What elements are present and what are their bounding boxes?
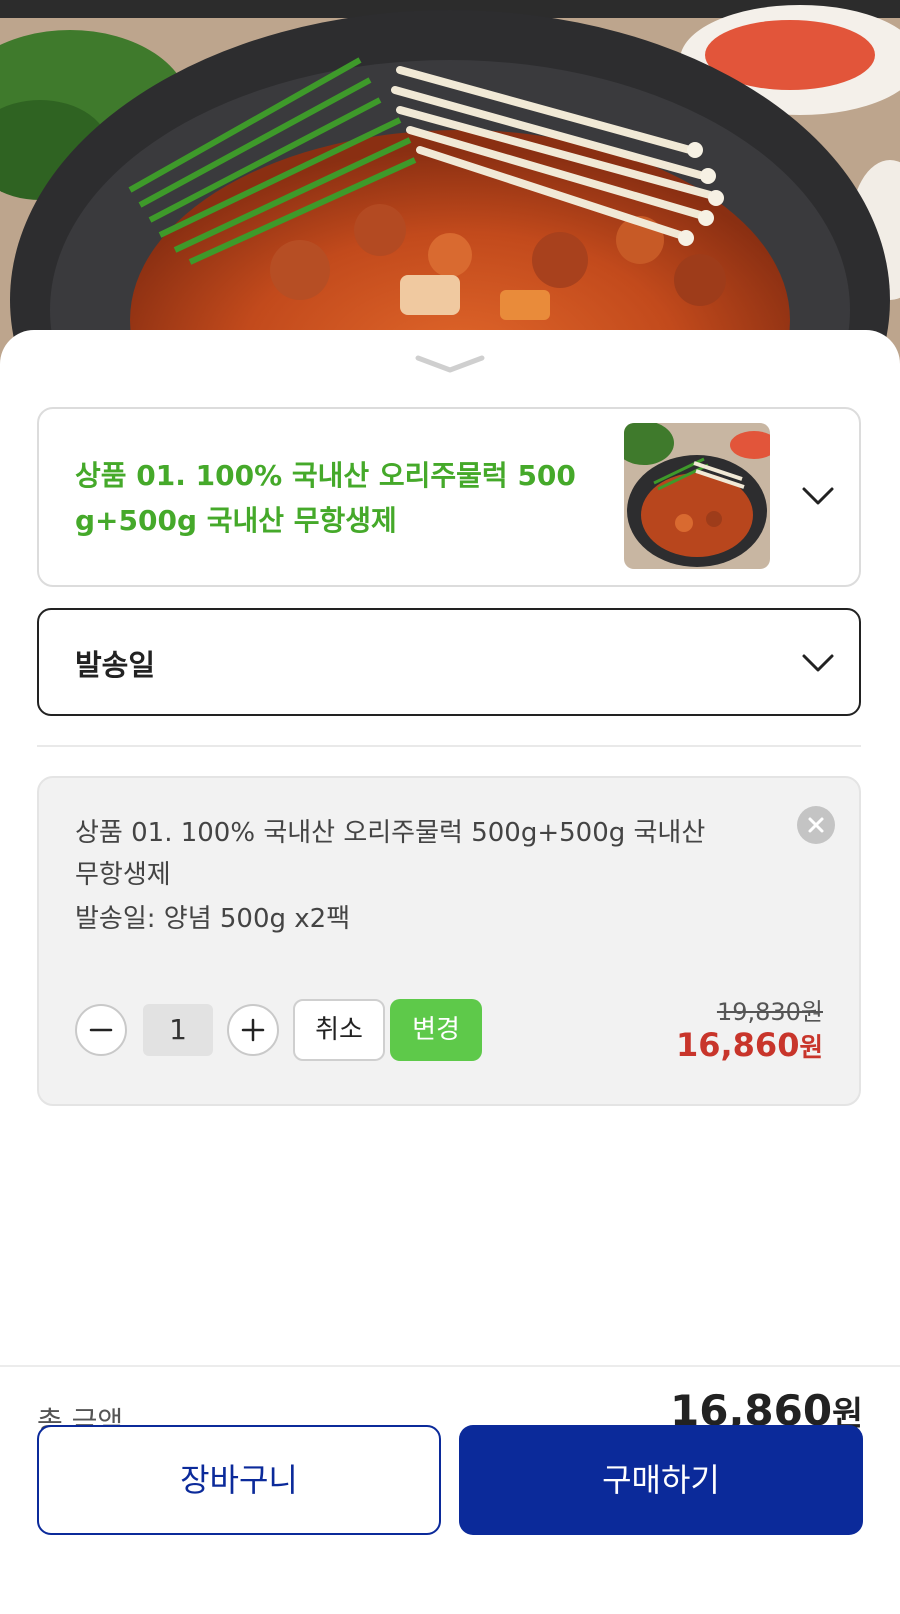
ship-date-dropdown[interactable]: 발송일: [37, 608, 861, 716]
product-hero-image: [0, 0, 900, 380]
product-thumbnail: [624, 423, 770, 569]
quantity-increment-button[interactable]: [227, 1004, 279, 1056]
remove-option-button[interactable]: [797, 806, 835, 844]
chevron-down-icon: [801, 648, 835, 676]
bottom-bar-divider: [0, 1365, 900, 1367]
quantity-input[interactable]: 1: [143, 1004, 213, 1056]
chevron-down-icon: [801, 481, 835, 509]
buy-now-button[interactable]: 구매하기: [459, 1425, 863, 1535]
sale-price: 16,860원: [676, 1026, 823, 1064]
ship-date-label: 발송일: [75, 648, 156, 682]
original-price: 19,830원: [716, 998, 823, 1026]
add-to-cart-button[interactable]: 장바구니: [37, 1425, 441, 1535]
sale-price-value: 16,860: [675, 1026, 800, 1064]
minus-icon: [89, 1028, 113, 1032]
product-option-title: 상품 01. 100% 국내산 오리주물럭 500g+500g 국내산 무항생제: [75, 459, 576, 537]
selected-option-name: 상품 01. 100% 국내산 오리주물럭 500g+500g 국내산 무항생제: [75, 818, 706, 890]
quantity-decrement-button[interactable]: [75, 1004, 127, 1056]
sheet-collapse-handle[interactable]: [414, 352, 486, 376]
sale-price-unit: 원: [799, 1033, 823, 1063]
selected-option-card: 상품 01. 100% 국내산 오리주물럭 500g+500g 국내산 무항생제…: [37, 776, 861, 1106]
product-option-dropdown[interactable]: 상품 01. 100% 국내산 오리주물럭 500g+500g 국내산 무항생제: [37, 407, 861, 587]
plus-icon: [241, 1018, 265, 1042]
selected-option-detail: 발송일: 양념 500g x2팩: [75, 904, 351, 934]
chevron-down-icon: [415, 355, 485, 373]
section-divider: [37, 745, 861, 747]
food-photo: [0, 0, 900, 380]
close-icon: [808, 817, 824, 833]
cancel-button[interactable]: 취소: [293, 999, 385, 1061]
option-bottom-sheet: 상품 01. 100% 국내산 오리주물럭 500g+500g 국내산 무항생제…: [0, 330, 900, 1614]
change-button[interactable]: 변경: [390, 999, 482, 1061]
